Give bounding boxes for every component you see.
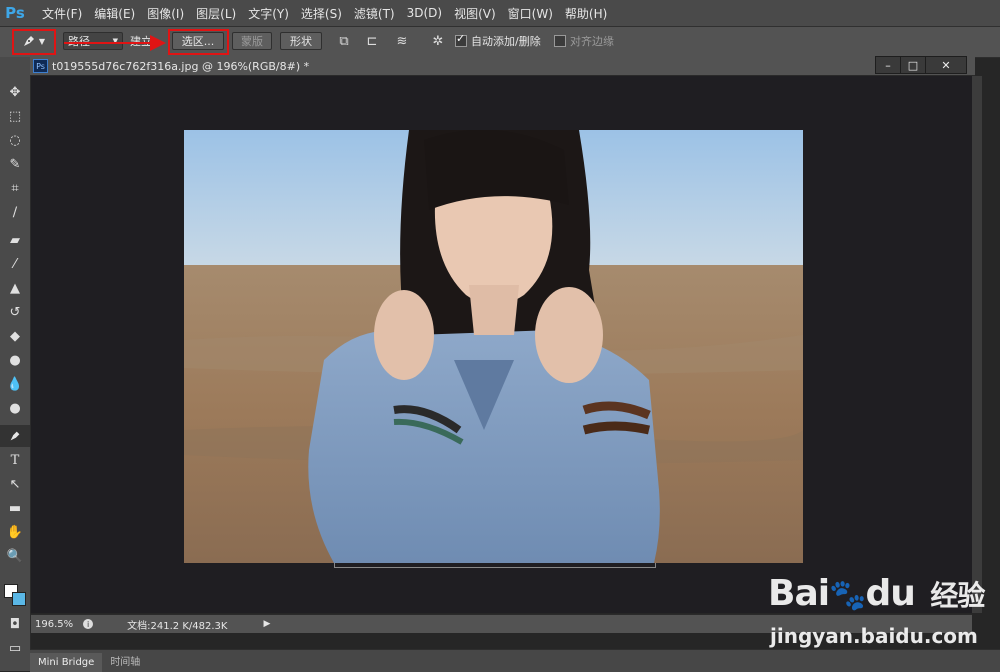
auto-add-delete-checkbox[interactable] [455,32,467,47]
watermark-url: jingyan.baidu.com [770,624,978,648]
menu-select[interactable]: 选择(S) [295,5,348,22]
document-ps-badge: Ps [33,59,48,73]
zoom-level[interactable]: 196.5% [35,619,73,630]
play-icon[interactable]: ▶ [263,619,270,629]
watermark-brand: Bai [768,573,830,614]
info-icon[interactable]: i [83,619,94,629]
pen-icon [10,431,20,441]
watermark-brand2: du [865,573,915,614]
menu-window[interactable]: 窗口(W) [502,5,559,22]
quick-select-icon[interactable]: ✎ [0,153,30,175]
document-size: 文档:241.2 K/482.3K [127,620,228,632]
path-operations-icon[interactable]: ⧉ [334,32,354,50]
align-edges-label: 对齐边缘 [570,35,614,48]
paw-icon: 🐾 [829,578,866,613]
crop-icon[interactable]: ⌗ [0,177,30,199]
eyedropper-icon[interactable]: ∕ [0,201,30,223]
watermark-logo: Bai🐾du 经验 [768,573,985,614]
marquee-icon[interactable]: ⬚ [0,105,30,127]
menu-help[interactable]: 帮助(H) [559,5,613,22]
image-edge-line [334,563,656,568]
close-icon[interactable]: ✕ [925,56,967,74]
blur-icon[interactable]: 💧 [0,373,30,395]
minimize-icon[interactable]: – [875,56,901,74]
path-select-icon[interactable]: ↖ [0,473,30,495]
paint-bucket-icon[interactable]: ● [0,349,30,371]
document-title: t019555d76c762f316a.jpg @ 196%(RGB/8#) * [52,59,310,73]
document-image[interactable] [184,130,803,563]
shape-button[interactable]: 形状 [280,32,322,50]
history-brush-icon[interactable]: ↺ [0,301,30,323]
tools-panel: ✥ ⬚ ◌ ✎ ⌗ ∕ ▰ ⁄ ▲ ↺ ◆ ● 💧 ● T ↖ ▬ ✋ 🔍 ◘ … [0,57,31,671]
eraser-icon[interactable]: ◆ [0,325,30,347]
menu-view[interactable]: 视图(V) [448,5,502,22]
pen-tool-button[interactable] [0,425,30,447]
tab-mini-bridge[interactable]: Mini Bridge [30,653,103,672]
auto-add-delete-label: 自动添加/删除 [471,35,541,48]
menu-type[interactable]: 文字(Y) [242,5,295,22]
align-edges-checkbox[interactable] [554,35,566,47]
document-tab[interactable]: Ps t019555d76c762f316a.jpg @ 196%(RGB/8#… [30,57,975,76]
dodge-icon[interactable]: ● [0,397,30,419]
path-arrangement-icon[interactable]: ≋ [390,32,414,50]
clone-stamp-icon[interactable]: ▲ [0,277,30,299]
type-icon[interactable]: T [0,449,30,471]
portrait-photo [184,130,803,563]
screen-mode-icon[interactable]: ▭ [0,637,30,659]
healing-brush-icon[interactable]: ▰ [0,229,30,251]
vertical-scrollbar[interactable] [972,76,982,613]
rectangle-icon[interactable]: ▬ [0,497,30,519]
quick-mask-icon[interactable]: ◘ [0,613,30,635]
tab-timeline[interactable]: 时间轴 [102,649,148,672]
menu-3d[interactable]: 3D(D) [401,6,448,20]
zoom-icon[interactable]: 🔍 [0,545,30,567]
maximize-icon[interactable]: □ [900,56,926,74]
menu-filter[interactable]: 滤镜(T) [348,5,401,22]
hand-icon[interactable]: ✋ [0,521,30,543]
move-icon[interactable]: ✥ [0,81,30,103]
gear-icon[interactable]: ✲ [428,32,448,50]
background-color-swatch[interactable] [12,592,26,606]
path-alignment-icon[interactable]: ⊏ [362,32,382,50]
brush-icon[interactable]: ⁄ [0,253,30,275]
watermark-cn: 经验 [930,579,985,612]
align-edges-option[interactable]: 对齐边缘 [554,32,624,50]
auto-add-delete-option[interactable]: 自动添加/删除 [455,32,550,50]
bottom-panel-tabs: Mini Bridge 时间轴 [30,649,1000,672]
lasso-icon[interactable]: ◌ [0,129,30,151]
